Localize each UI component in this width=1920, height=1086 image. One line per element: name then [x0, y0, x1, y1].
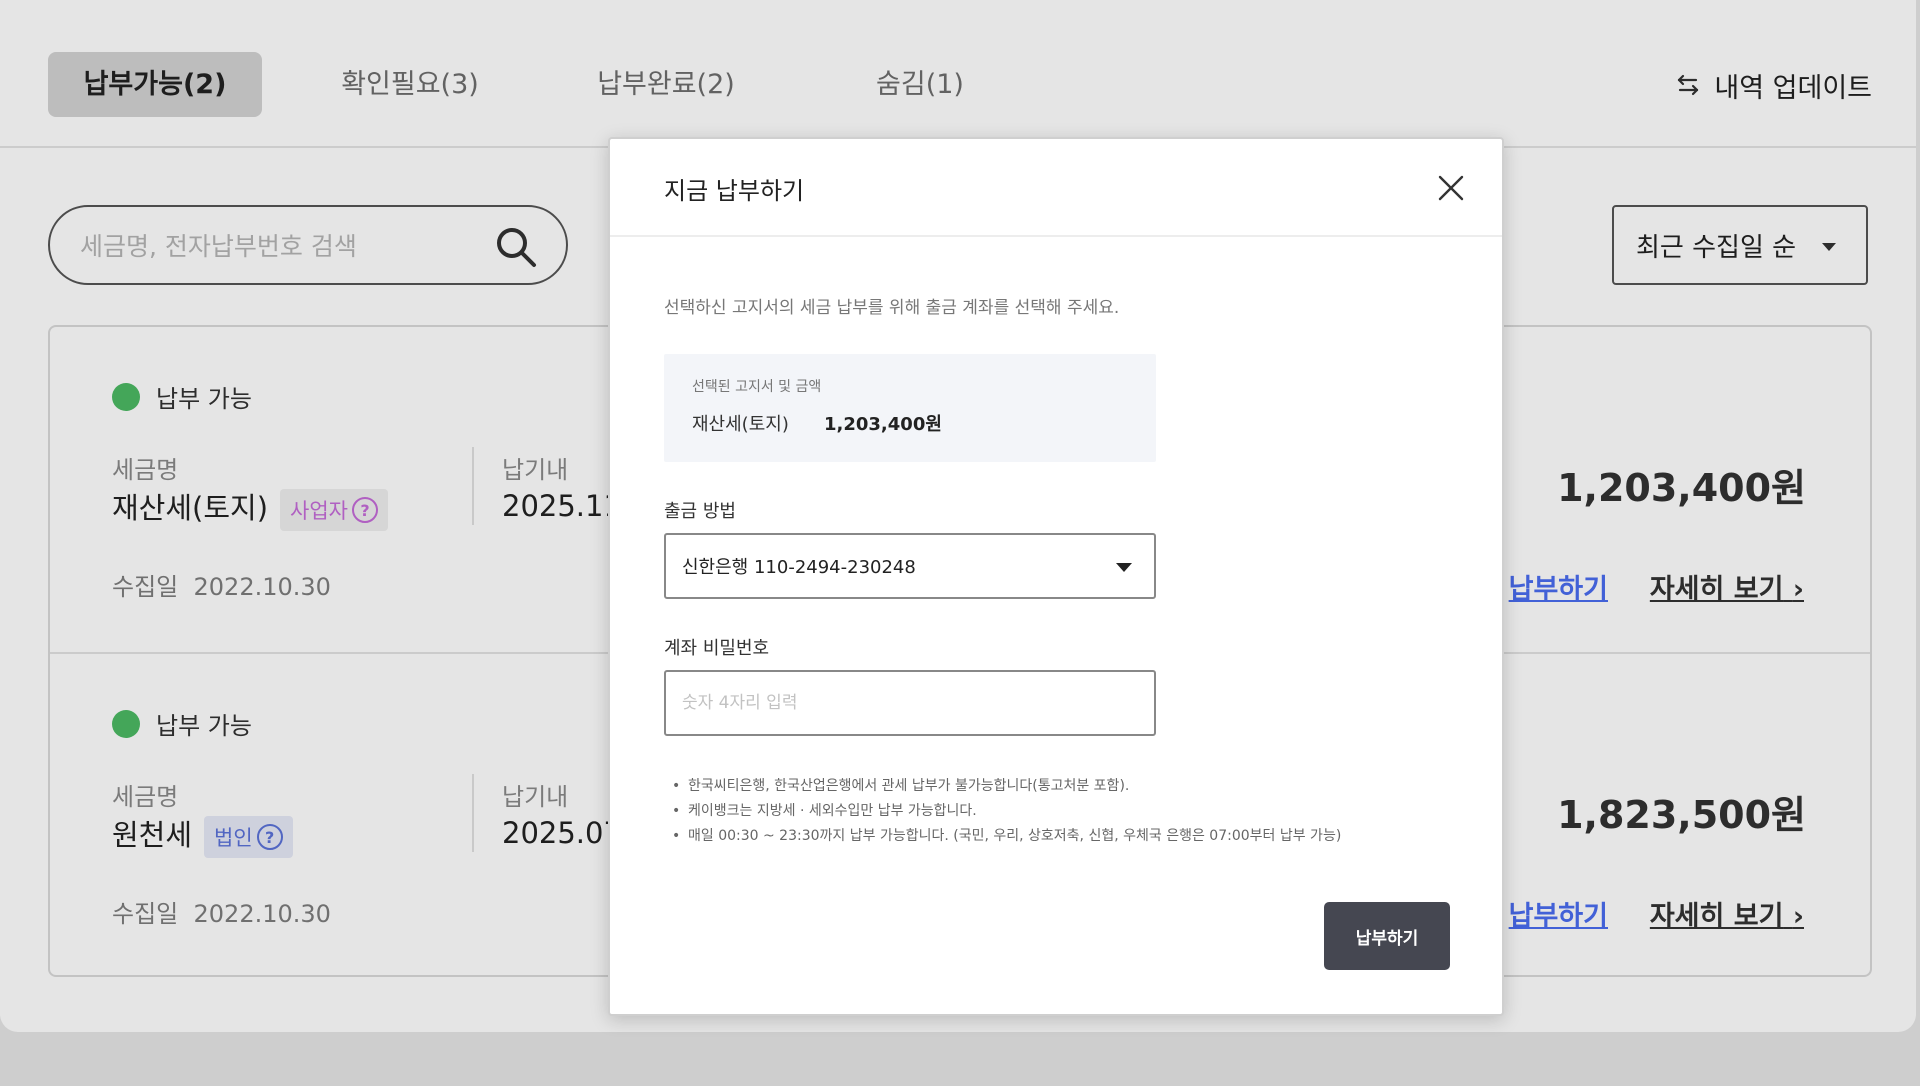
modal-header: 지금 납부하기 [610, 139, 1502, 237]
summary-label: 선택된 고지서 및 금액 [692, 379, 822, 395]
selected-bill-summary: 선택된 고지서 및 금액 재산세(토지) 1,203,400원 [664, 354, 1156, 462]
withdraw-method-label: 출금 방법 [664, 501, 736, 522]
close-icon[interactable] [1436, 173, 1466, 203]
notice-item: 케이뱅크는 지방세 · 세외수입만 납부 가능합니다. [670, 799, 1341, 824]
summary-tax-name: 재산세(토지) [692, 414, 789, 435]
summary-amount: 1,203,400원 [824, 414, 942, 435]
account-selected-value: 신한은행 110-2494-230248 [682, 557, 916, 578]
pay-now-modal: 지금 납부하기 선택하신 고지서의 세금 납부를 위해 출금 계좌를 선택해 주… [608, 137, 1504, 1016]
modal-instruction: 선택하신 고지서의 세금 납부를 위해 출금 계좌를 선택해 주세요. [664, 298, 1120, 318]
account-password-label: 계좌 비밀번호 [664, 638, 770, 659]
modal-title: 지금 납부하기 [664, 177, 805, 205]
notice-item: 한국씨티은행, 한국산업은행에서 관세 납부가 불가능합니다(통고처분 포함). [670, 774, 1341, 799]
submit-pay-button[interactable]: 납부하기 [1324, 902, 1450, 970]
notice-item: 매일 00:30 ~ 23:30까지 납부 가능합니다. (국민, 우리, 상호… [670, 824, 1341, 849]
account-password-input[interactable] [664, 670, 1156, 736]
caret-down-icon [1116, 563, 1132, 572]
account-select[interactable]: 신한은행 110-2494-230248 [664, 533, 1156, 599]
notice-list: 한국씨티은행, 한국산업은행에서 관세 납부가 불가능합니다(통고처분 포함).… [670, 774, 1341, 849]
